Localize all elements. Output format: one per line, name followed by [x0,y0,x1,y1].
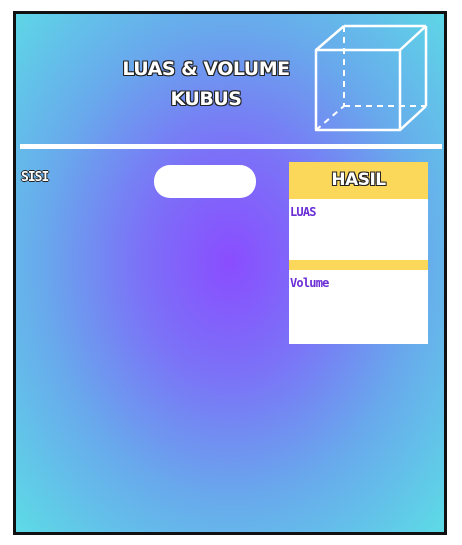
area-result-box: LUAS [289,199,428,260]
volume-result-box: Volume [289,270,428,344]
title-line-2: KUBUS [170,88,242,110]
header-divider [20,144,442,149]
side-input[interactable] [154,165,256,198]
side-label: SISI [21,170,49,185]
result-header: HASIL [289,162,428,199]
volume-label: Volume [290,276,329,290]
title-line-1: LUAS & VOLUME [122,58,290,80]
page-title: LUAS & VOLUME KUBUS [106,54,306,114]
volume-separator [289,260,428,270]
area-label: LUAS [290,205,316,219]
result-panel: HASIL LUAS Volume [289,162,428,344]
cube-outline-icon [314,24,428,132]
app-frame: LUAS & VOLUME KUBUS SISI HASIL LUAS Volu… [13,11,447,535]
